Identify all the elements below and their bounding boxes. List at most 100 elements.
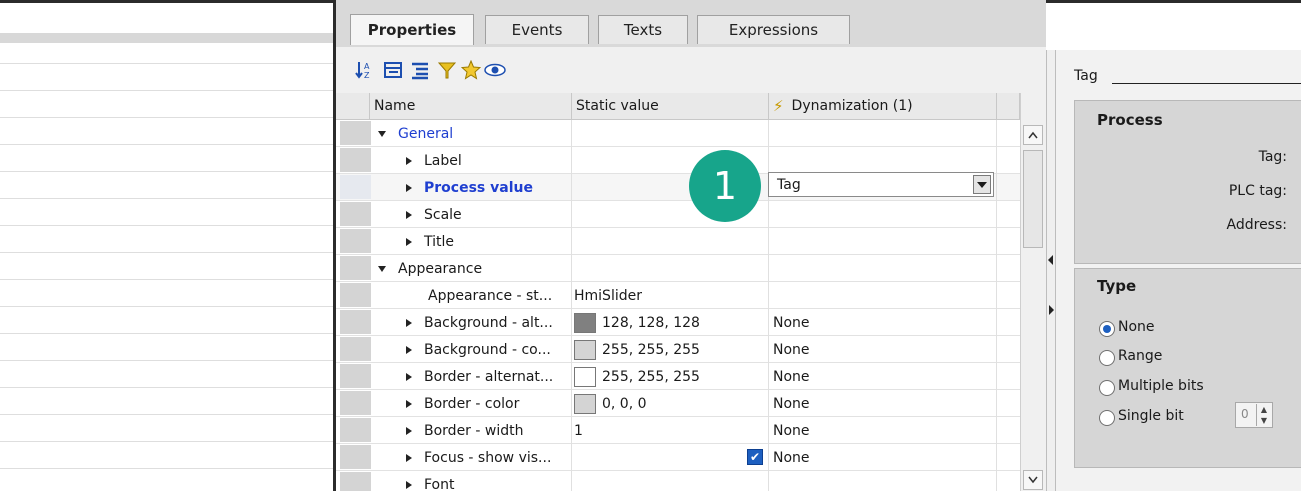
collapsed-arrow-icon[interactable] (406, 399, 412, 408)
expanded-arrow-icon[interactable] (378, 130, 386, 137)
checkbox-checked-icon[interactable]: ✔ (747, 449, 763, 465)
dropdown-arrow-icon[interactable] (973, 175, 991, 194)
table-row[interactable]: Border - alternat... 255, 255, 255 None (336, 363, 1020, 390)
tab-events[interactable]: Events (485, 15, 589, 44)
row-gutter[interactable] (340, 337, 371, 361)
row-gutter[interactable] (340, 121, 371, 145)
collapsed-arrow-icon[interactable] (406, 237, 412, 246)
expand-icon[interactable] (409, 59, 431, 81)
table-row[interactable]: Appearance - st... HmiSlider (336, 282, 1020, 309)
row-gutter[interactable] (340, 202, 371, 226)
expanded-arrow-icon[interactable] (378, 265, 386, 272)
dynamization-cell[interactable]: None (769, 336, 997, 363)
table-row[interactable]: Appearance (336, 255, 1020, 282)
property-name-cell[interactable]: Background - alt... (370, 309, 572, 336)
table-row[interactable]: Scale (336, 201, 1020, 228)
tag-dropdown[interactable]: Tag (768, 172, 994, 197)
static-value-cell[interactable]: HmiSlider (572, 282, 769, 309)
radio-none[interactable] (1099, 321, 1115, 337)
table-row[interactable]: Border - width 1 None (336, 417, 1020, 444)
property-name-cell[interactable]: Border - alternat... (370, 363, 572, 390)
filter-icon[interactable] (436, 59, 458, 81)
row-gutter[interactable] (340, 364, 371, 388)
collapsed-arrow-icon[interactable] (406, 426, 412, 435)
collapsed-arrow-icon[interactable] (406, 453, 412, 462)
static-value-cell[interactable] (572, 255, 769, 282)
dynamization-cell[interactable] (769, 201, 997, 228)
static-value-cell[interactable] (572, 471, 769, 491)
dynamization-cell[interactable]: None (769, 417, 997, 444)
single-bit-stepper[interactable]: 0 ▲ ▼ (1235, 402, 1273, 428)
collapsed-arrow-icon[interactable] (406, 210, 412, 219)
collapsed-arrow-icon[interactable] (406, 183, 412, 192)
collapsed-arrow-icon[interactable] (406, 318, 412, 327)
row-gutter[interactable] (340, 391, 371, 415)
collapsed-arrow-icon[interactable] (406, 156, 412, 165)
collapsed-arrow-icon[interactable] (406, 372, 412, 381)
static-value-cell[interactable]: 128, 128, 128 (572, 309, 769, 336)
radio-multiple-bits[interactable] (1099, 380, 1115, 396)
dynamization-cell[interactable] (769, 120, 997, 147)
property-name-cell[interactable]: General (370, 120, 572, 147)
property-name-cell[interactable]: Border - color (370, 390, 572, 417)
grid-scrollbar[interactable] (1020, 93, 1046, 491)
dynamization-cell[interactable] (769, 282, 997, 309)
property-name-cell[interactable]: Border - width (370, 417, 572, 444)
table-row[interactable]: Background - co... 255, 255, 255 None (336, 336, 1020, 363)
static-value-cell[interactable]: 255, 255, 255 (572, 336, 769, 363)
dynamization-cell[interactable]: None (769, 363, 997, 390)
table-row[interactable]: Label (336, 147, 1020, 174)
dynamization-cell[interactable]: None (769, 444, 997, 471)
dynamization-cell[interactable] (769, 255, 997, 282)
row-gutter[interactable] (340, 256, 371, 280)
color-swatch[interactable] (574, 393, 596, 414)
tab-properties[interactable]: Properties (350, 14, 474, 45)
property-name-cell[interactable]: Title (370, 228, 572, 255)
color-swatch[interactable] (574, 339, 596, 360)
dynamization-cell[interactable] (769, 471, 997, 491)
property-name-cell[interactable]: Background - co... (370, 336, 572, 363)
radio-range[interactable] (1099, 350, 1115, 366)
static-value-cell[interactable] (572, 228, 769, 255)
tag-field-underline[interactable] (1112, 83, 1301, 84)
row-gutter[interactable] (340, 445, 371, 469)
collapse-right-icon[interactable] (1049, 305, 1054, 315)
row-gutter[interactable] (340, 283, 371, 307)
tab-expressions[interactable]: Expressions (697, 15, 850, 44)
property-name-cell[interactable]: Appearance (370, 255, 572, 282)
tab-texts[interactable]: Texts (598, 15, 688, 44)
column-header-static-value[interactable]: Static value (572, 93, 769, 120)
row-gutter[interactable] (340, 310, 371, 334)
column-header-name[interactable]: Name (370, 93, 572, 120)
property-name-cell[interactable]: Process value (370, 174, 572, 201)
stepper-arrows-icon[interactable]: ▲ ▼ (1256, 404, 1271, 426)
dynamization-cell[interactable] (769, 147, 997, 174)
static-value-cell[interactable] (572, 120, 769, 147)
row-gutter[interactable] (340, 148, 371, 172)
static-value-cell[interactable]: ✔ (572, 444, 769, 471)
scroll-thumb[interactable] (1023, 150, 1043, 248)
table-row[interactable]: Title (336, 228, 1020, 255)
radio-single-bit[interactable] (1099, 410, 1115, 426)
property-name-cell[interactable]: Focus - show vis... (370, 444, 572, 471)
static-value-cell[interactable]: 1 (572, 417, 769, 444)
table-row[interactable]: Font (336, 471, 1020, 491)
color-swatch[interactable] (574, 366, 596, 387)
table-row[interactable]: General (336, 120, 1020, 147)
table-row[interactable]: Background - alt... 128, 128, 128 None (336, 309, 1020, 336)
color-swatch[interactable] (574, 312, 596, 333)
row-gutter[interactable] (340, 175, 371, 199)
collapse-left-icon[interactable] (1048, 255, 1053, 265)
scroll-down-button[interactable] (1023, 470, 1043, 490)
column-header-dynamization[interactable]: ⚡ Dynamization (1) (769, 93, 997, 120)
static-value-cell[interactable]: 0, 0, 0 (572, 390, 769, 417)
dynamization-cell[interactable]: None (769, 390, 997, 417)
row-gutter[interactable] (340, 229, 371, 253)
collapsed-arrow-icon[interactable] (406, 480, 412, 489)
row-gutter[interactable] (340, 418, 371, 442)
property-name-cell[interactable]: Label (370, 147, 572, 174)
scroll-up-button[interactable] (1023, 125, 1043, 145)
table-row[interactable]: Border - color 0, 0, 0 None (336, 390, 1020, 417)
dynamization-cell[interactable] (769, 228, 997, 255)
categorized-icon[interactable] (382, 59, 404, 81)
